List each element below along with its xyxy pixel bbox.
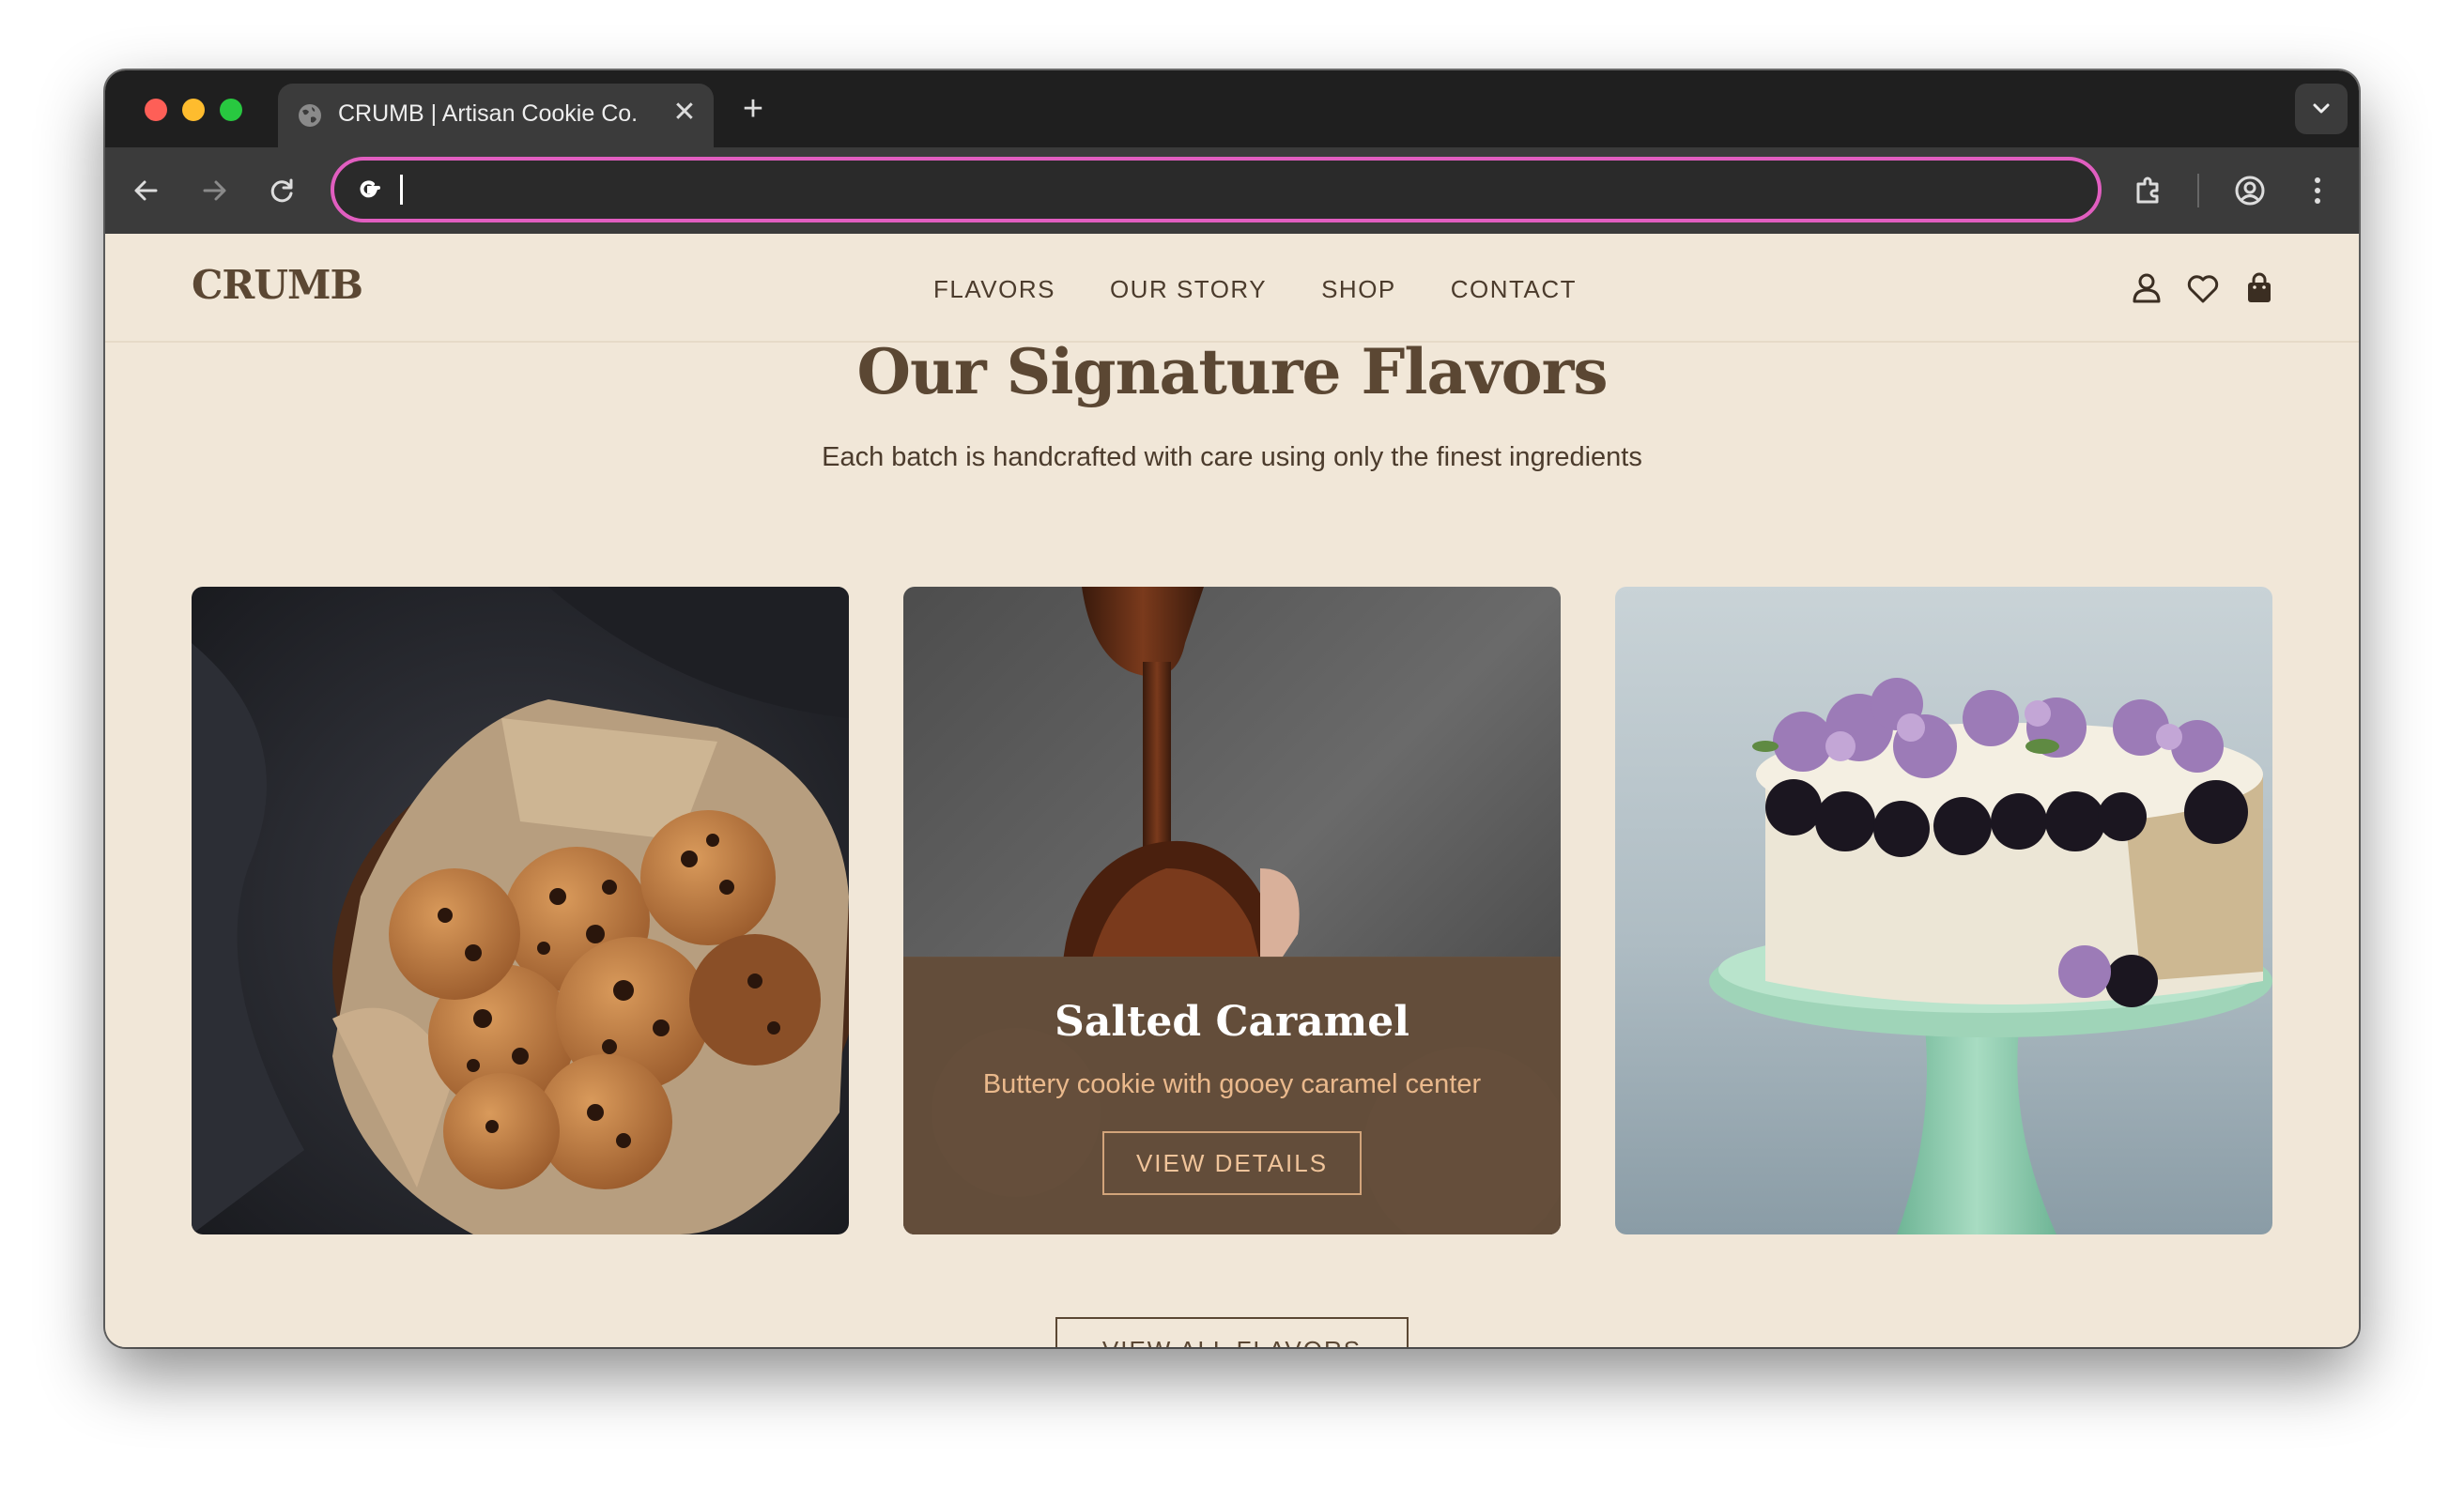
maximize-window-button[interactable]	[220, 99, 242, 121]
main-nav: FLAVORS OUR STORY SHOP CONTACT	[933, 275, 1577, 304]
text-cursor	[400, 175, 403, 205]
active-tab[interactable]: CRUMB | Artisan Cookie Co. ✕	[278, 84, 714, 147]
tab-search-button[interactable]	[2295, 84, 2348, 134]
site-logo[interactable]: CRUMB	[192, 262, 363, 308]
section-title: Our Signature Flavors	[856, 335, 1608, 408]
site-navbar: CRUMB FLAVORS OUR STORY SHOP CONTACT	[105, 234, 2359, 343]
chevron-down-icon	[2313, 103, 2330, 114]
nav-shop[interactable]: SHOP	[1321, 275, 1396, 304]
forward-arrow-icon[interactable]	[192, 168, 237, 213]
nav-our-story[interactable]: OUR STORY	[1110, 275, 1267, 304]
nav-contact[interactable]: CONTACT	[1451, 275, 1577, 304]
toolbar-divider	[2197, 174, 2199, 207]
card-description: Buttery cookie with gooey caramel center	[982, 1069, 1482, 1099]
browser-window: CRUMB | Artisan Cookie Co. ✕ + CRUMB FLA…	[105, 70, 2359, 1347]
profile-icon[interactable]	[2227, 168, 2272, 213]
tab-close-icon[interactable]: ✕	[670, 99, 699, 127]
tab-strip: CRUMB | Artisan Cookie Co. ✕ +	[105, 70, 2359, 147]
new-tab-button[interactable]: +	[734, 91, 772, 129]
view-details-button[interactable]: VIEW DETAILS	[1102, 1131, 1362, 1195]
heart-icon[interactable]	[2184, 269, 2222, 307]
view-all-flavors-button[interactable]: VIEW ALL FLAVORS	[1055, 1317, 1409, 1347]
more-menu-icon[interactable]	[2295, 168, 2340, 213]
address-bar[interactable]	[331, 157, 2102, 222]
berry-cake-photo	[1615, 587, 2272, 1234]
flavor-card-salted-caramel[interactable]: Salted Caramel Buttery cookie with gooey…	[903, 587, 1561, 1234]
close-window-button[interactable]	[145, 99, 167, 121]
section-subtitle: Each batch is handcrafted with care usin…	[822, 442, 1642, 472]
cookies-photo	[192, 587, 849, 1234]
minimize-window-button[interactable]	[182, 99, 205, 121]
reload-icon[interactable]	[259, 168, 304, 213]
card-title: Salted Caramel	[1055, 998, 1409, 1046]
browser-toolbar	[105, 147, 2359, 234]
globe-icon	[299, 104, 321, 127]
web-page: CRUMB FLAVORS OUR STORY SHOP CONTACT Our…	[105, 234, 2359, 1347]
tab-title: CRUMB | Artisan Cookie Co.	[338, 100, 639, 127]
nav-flavors[interactable]: FLAVORS	[933, 275, 1055, 304]
shopping-bag-icon[interactable]	[2241, 269, 2278, 307]
flavor-card-cookies[interactable]	[192, 587, 849, 1234]
user-icon[interactable]	[2128, 269, 2165, 307]
card-info-overlay: Salted Caramel Buttery cookie with gooey…	[903, 957, 1561, 1234]
back-arrow-icon[interactable]	[124, 168, 169, 213]
google-icon	[360, 180, 380, 198]
flavor-card-berry-cake[interactable]	[1615, 587, 2272, 1234]
extensions-icon[interactable]	[2126, 168, 2171, 213]
